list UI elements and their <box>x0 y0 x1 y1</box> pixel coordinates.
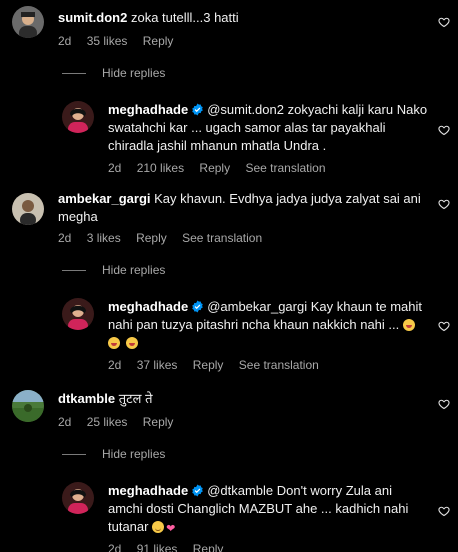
divider <box>62 269 86 271</box>
reply-username[interactable]: meghadhade <box>108 483 188 498</box>
verified-badge-icon <box>192 484 203 497</box>
reply-meta: 2d 210 likes Reply See translation <box>108 161 338 175</box>
verified-badge-icon <box>192 300 203 313</box>
two-hearts-emoji-icon: ❤ <box>166 523 176 535</box>
avatar[interactable] <box>62 298 94 330</box>
comment-username[interactable]: dtkamble <box>58 391 115 406</box>
heart-icon[interactable] <box>438 398 450 410</box>
reply-button[interactable]: Reply <box>193 358 224 372</box>
reply-mention[interactable]: @dtkamble <box>207 483 273 498</box>
reply-body: meghadhade @dtkamble Don't worry Zula ani… <box>108 482 428 538</box>
reply-username[interactable]: meghadhade <box>108 102 188 117</box>
laughing-emoji-icon <box>402 319 415 331</box>
see-translation-button[interactable]: See translation <box>245 161 325 175</box>
hide-replies-button[interactable]: Hide replies <box>62 66 165 80</box>
reply-button[interactable]: Reply <box>193 542 224 552</box>
comment-age: 2d <box>58 415 72 429</box>
comment-text: तुटल ते <box>118 391 153 406</box>
avatar[interactable] <box>12 390 44 422</box>
reply-age: 2d <box>108 358 122 372</box>
comment-likes[interactable]: 3 likes <box>87 231 121 245</box>
comment-body: ambekar_gargi Kay khavun. Evdhya jadya j… <box>58 190 428 226</box>
comment-meta: 2d 35 likes Reply <box>58 34 185 48</box>
comment-likes[interactable]: 25 likes <box>87 415 128 429</box>
see-translation-button[interactable]: See translation <box>239 358 319 372</box>
reply-likes[interactable]: 210 likes <box>137 161 184 175</box>
verified-badge-icon <box>192 103 203 116</box>
smiling-emoji-icon <box>152 521 165 533</box>
reply-button[interactable]: Reply <box>199 161 230 175</box>
heart-icon[interactable] <box>438 16 450 28</box>
divider <box>62 72 86 74</box>
reply-button[interactable]: Reply <box>143 415 174 429</box>
heart-icon[interactable] <box>438 198 450 210</box>
comment-username[interactable]: ambekar_gargi <box>58 191 151 206</box>
laughing-emoji-icon <box>108 337 120 349</box>
reply-mention[interactable]: @sumit.don2 <box>207 102 284 117</box>
avatar[interactable] <box>12 193 44 225</box>
reply-button[interactable]: Reply <box>143 34 174 48</box>
comment-meta: 2d 25 likes Reply <box>58 415 185 429</box>
reply-age: 2d <box>108 542 122 552</box>
comment-age: 2d <box>58 231 72 245</box>
heart-icon[interactable] <box>438 124 450 136</box>
reply-age: 2d <box>108 161 122 175</box>
heart-icon[interactable] <box>438 505 450 517</box>
reply-likes[interactable]: 37 likes <box>137 358 178 372</box>
reply-meta: 2d 91 likes Reply <box>108 542 235 552</box>
laughing-emoji-icon <box>125 337 138 349</box>
hide-replies-button[interactable]: Hide replies <box>62 447 165 461</box>
comment-age: 2d <box>58 34 72 48</box>
see-translation-button[interactable]: See translation <box>182 231 262 245</box>
hide-replies-button[interactable]: Hide replies <box>62 263 165 277</box>
comment-body: dtkamble तुटल ते <box>58 390 418 408</box>
reply-username[interactable]: meghadhade <box>108 299 188 314</box>
avatar[interactable] <box>62 101 94 133</box>
reply-meta: 2d 37 likes Reply See translation <box>108 358 331 372</box>
reply-body: meghadhade @sumit.don2 zokyachi kalji kar… <box>108 101 428 155</box>
comment-username[interactable]: sumit.don2 <box>58 10 127 25</box>
heart-icon[interactable] <box>438 320 450 332</box>
reply-body: meghadhade @ambekar_gargi Kay khaun te ma… <box>108 298 433 352</box>
divider <box>62 453 86 455</box>
reply-mention[interactable]: @ambekar_gargi <box>207 299 307 314</box>
avatar[interactable] <box>62 482 94 514</box>
comment-text: zoka tutelll...3 hatti <box>130 10 239 25</box>
avatar[interactable] <box>12 6 44 38</box>
reply-likes[interactable]: 91 likes <box>137 542 178 552</box>
comment-body: sumit.don2 zoka tutelll...3 hatti <box>58 9 418 27</box>
comment-meta: 2d 3 likes Reply See translation <box>58 231 274 245</box>
reply-button[interactable]: Reply <box>136 231 167 245</box>
comment-likes[interactable]: 35 likes <box>87 34 128 48</box>
